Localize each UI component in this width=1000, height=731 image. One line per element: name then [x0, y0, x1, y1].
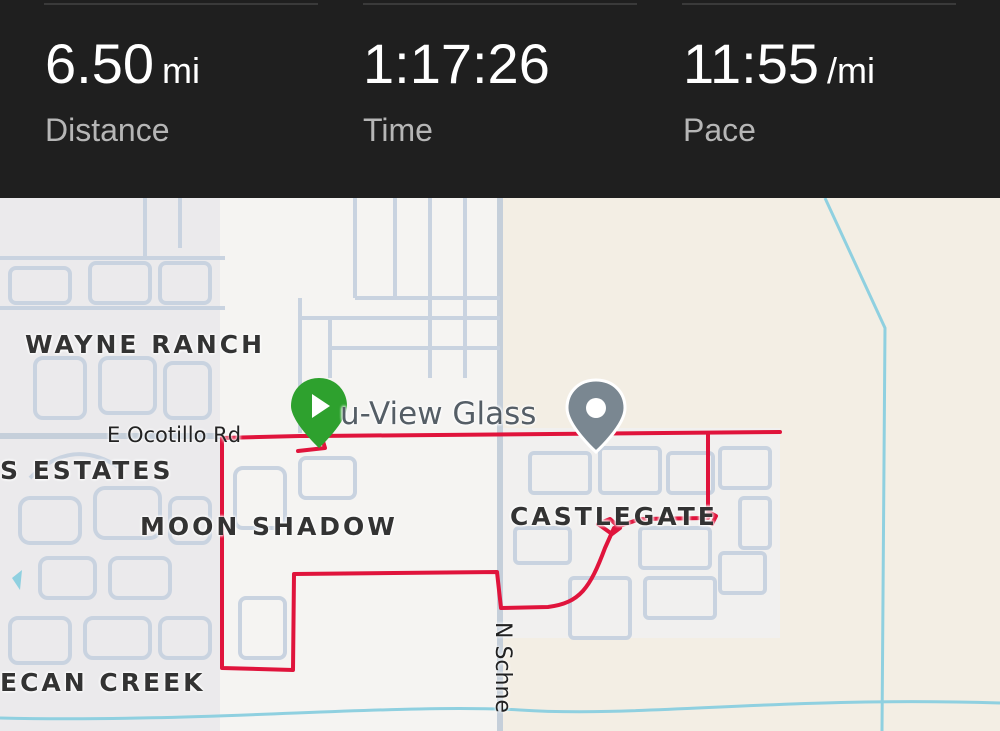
pace-value: 11:55: [683, 32, 819, 95]
pace-label: Pace: [683, 112, 756, 148]
distance-unit: mi: [162, 50, 200, 91]
time-label: Time: [363, 112, 433, 148]
distance-stat: 6.50 mi Distance: [45, 36, 200, 149]
pace-unit: /mi: [826, 50, 875, 91]
canal: [823, 198, 887, 731]
divider: [44, 3, 318, 5]
road-label-ocotillo: E Ocotillo Rd: [107, 423, 242, 447]
area-label-pecan-creek: ECAN CREEK: [0, 668, 206, 697]
area-label-estates: S ESTATES: [0, 456, 174, 485]
time-value: 1:17:26: [363, 32, 550, 95]
route-map[interactable]: WAYNE RANCH S ESTATES MOON SHADOW CASTLE…: [0, 198, 1000, 731]
road-label-schnepf: N Schne: [490, 622, 515, 713]
divider: [682, 3, 956, 5]
poi-label[interactable]: u-View Glass: [340, 396, 536, 432]
area-label-moon-shadow: MOON SHADOW: [140, 512, 398, 541]
distance-label: Distance: [45, 112, 170, 148]
place-pin-icon[interactable]: [564, 378, 628, 458]
pace-stat: 11:55/mi Pace: [683, 36, 875, 149]
divider: [363, 3, 637, 5]
time-stat: 1:17:26 Time: [363, 36, 550, 149]
area-label-castlegate: CASTLEGATE: [510, 502, 718, 531]
area-label-wayne-ranch: WAYNE RANCH: [25, 330, 266, 359]
residential-area: [220, 198, 500, 731]
run-stats-panel: 6.50 mi Distance 1:17:26 Time 11:55/mi Pa…: [0, 0, 1000, 198]
distance-value: 6.50: [45, 32, 154, 95]
